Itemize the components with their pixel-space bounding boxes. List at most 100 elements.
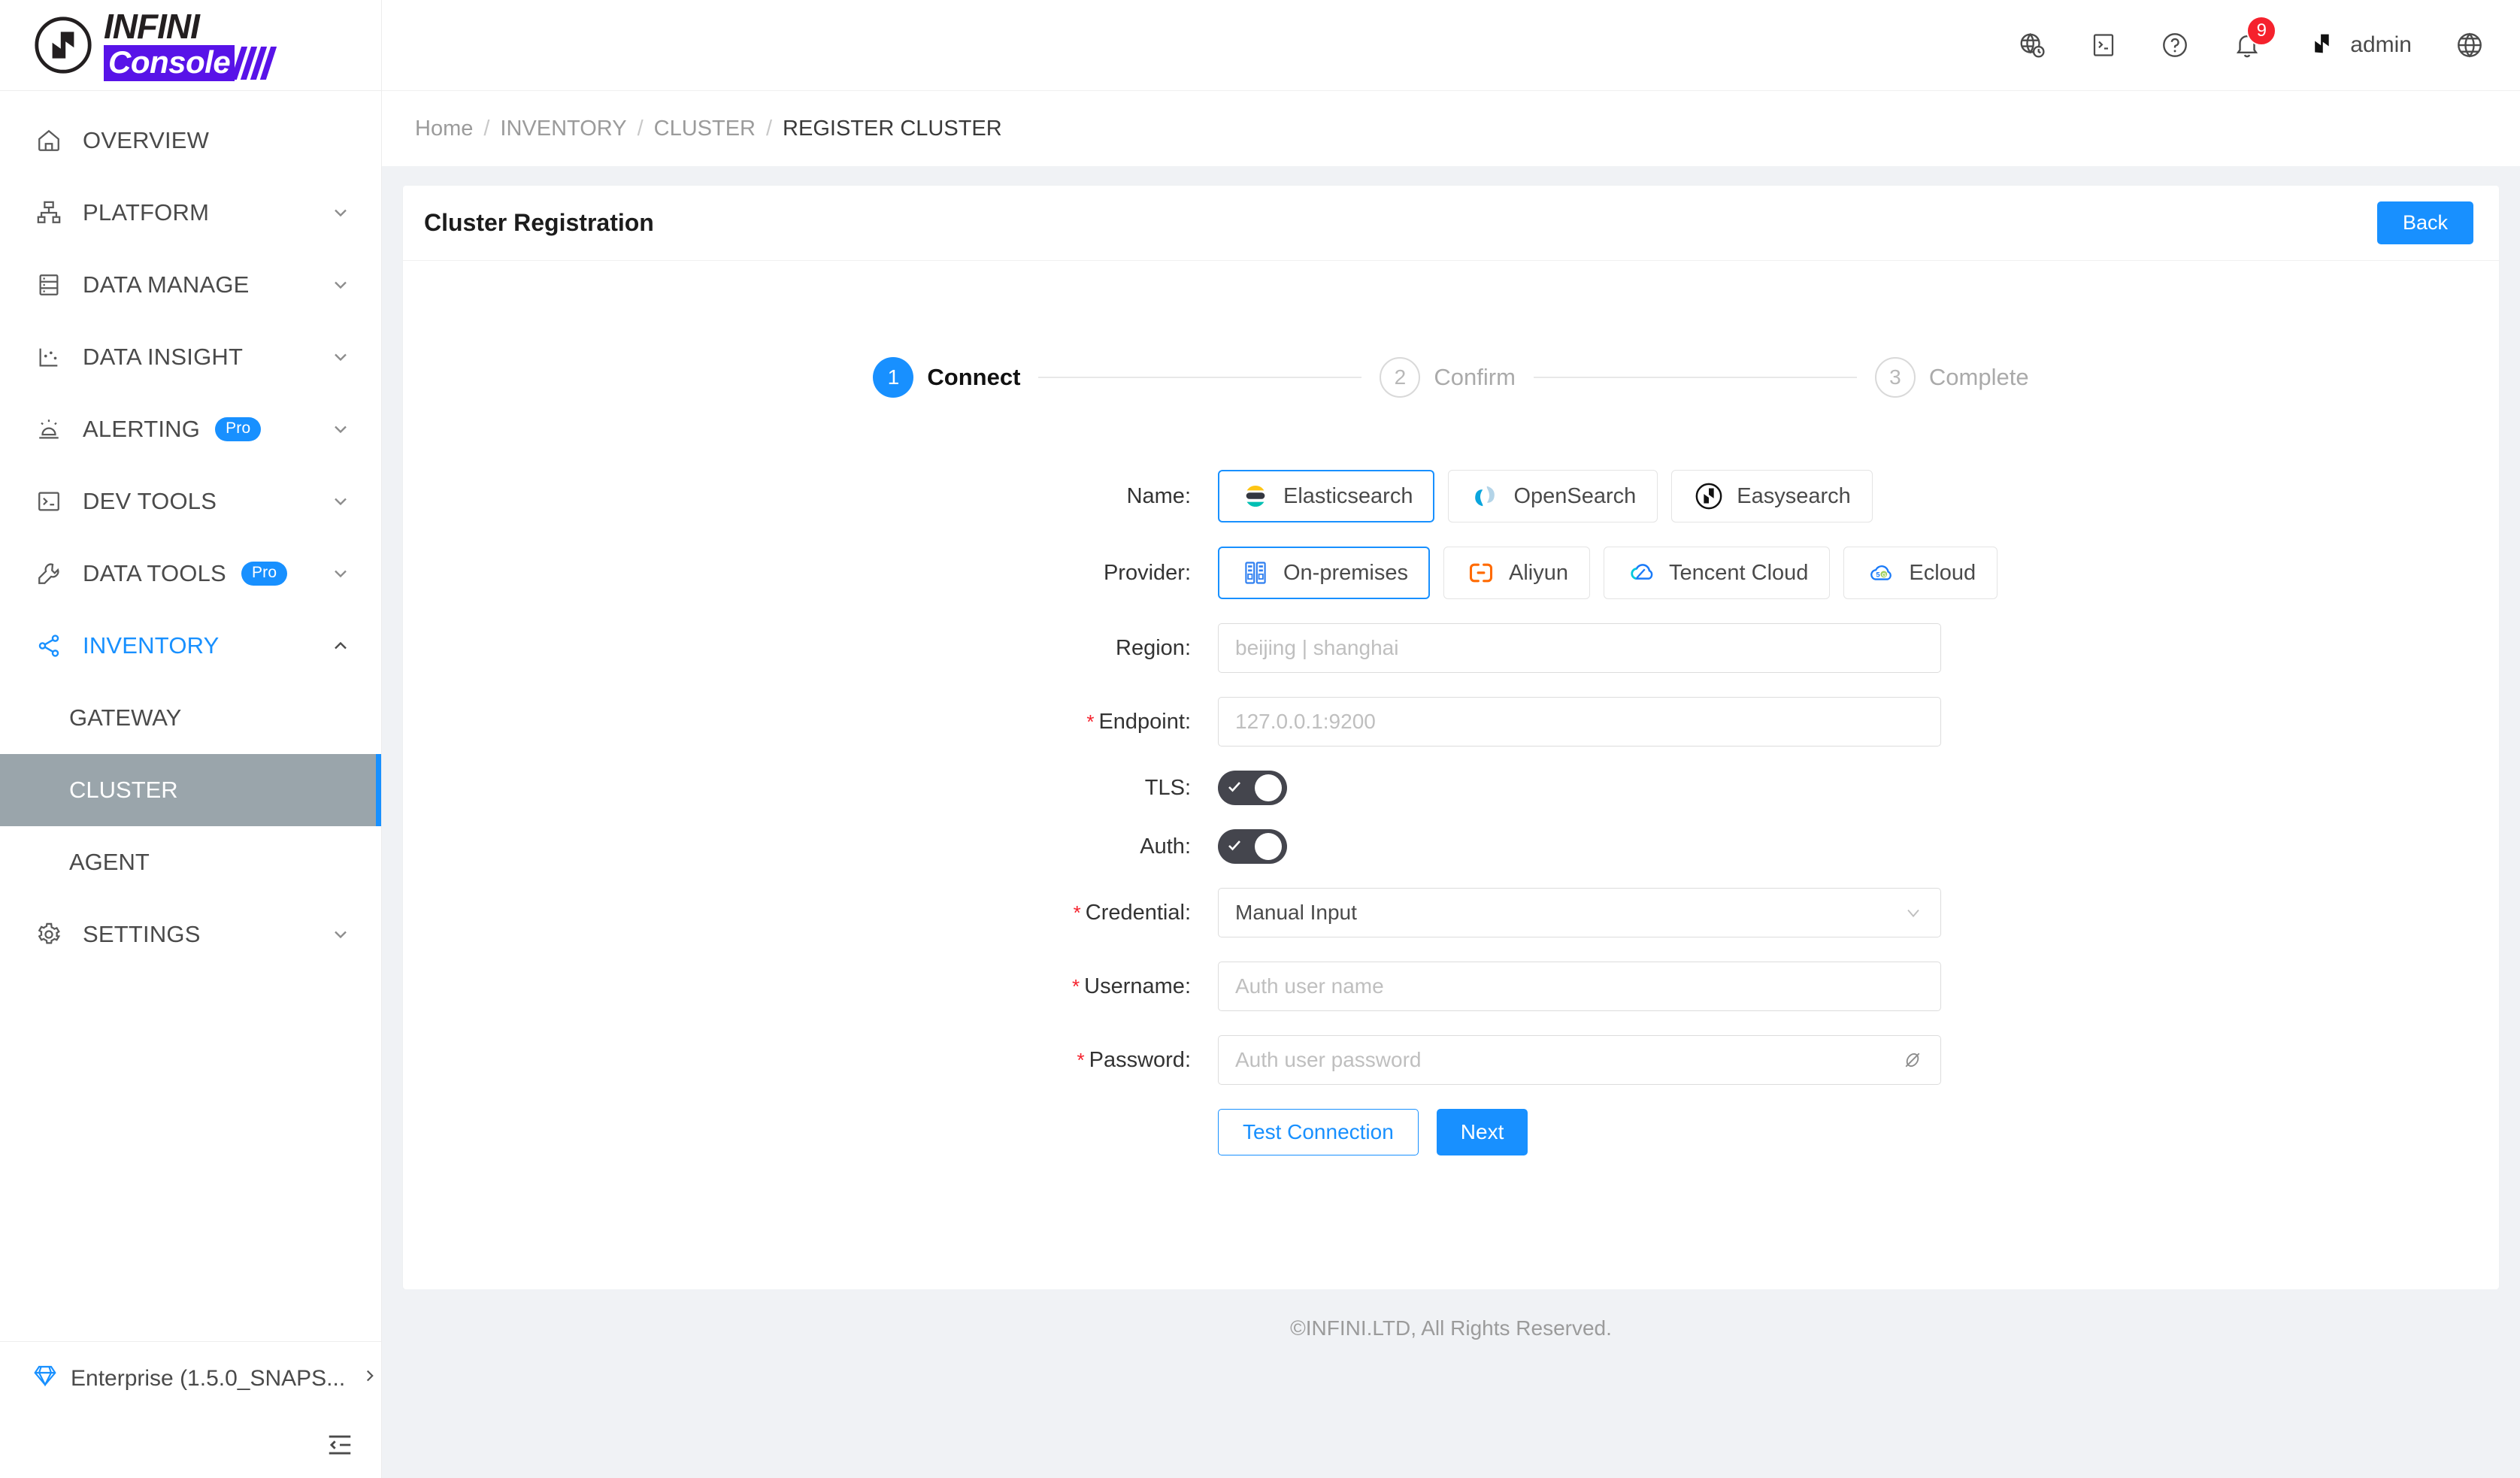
breadcrumb-item-cluster[interactable]: CLUSTER	[654, 117, 756, 141]
form-row-auth: Auth:	[403, 829, 2499, 864]
breadcrumb-item-home[interactable]: Home	[415, 117, 473, 141]
sidebar-item-data-manage[interactable]: DATA MANAGE	[0, 249, 381, 321]
endpoint-input[interactable]: 127.0.0.1:9200	[1218, 697, 1941, 747]
step-connect[interactable]: 1 Connect	[873, 357, 1020, 398]
user-menu[interactable]: admin	[2305, 27, 2412, 64]
sidebar-item-label: PLATFORM	[83, 199, 210, 226]
pro-badge: Pro	[215, 417, 262, 441]
provider-selector: On-premises Aliyun Tencent Cloud 5 G Ecl…	[1218, 547, 1998, 599]
collapse-sidebar-icon	[326, 1431, 354, 1463]
form-row-username: * Username: Auth user name	[403, 962, 2499, 1011]
breadcrumb-item-inventory[interactable]: INVENTORY	[500, 117, 626, 141]
engine-option-opensearch[interactable]: OpenSearch	[1448, 470, 1658, 522]
sidebar-item-label: DATA TOOLS	[83, 560, 226, 586]
server-rack-icon	[1240, 557, 1271, 589]
chevron-down-icon	[330, 924, 351, 945]
elasticsearch-logo	[1240, 480, 1271, 512]
password-input[interactable]: Auth user password	[1218, 1035, 1941, 1085]
chart-icon	[33, 344, 65, 370]
brand-logo[interactable]: INFINI Console	[0, 0, 381, 91]
page-footer: ©INFINI.LTD, All Rights Reserved.	[403, 1289, 2499, 1367]
chevron-down-icon	[330, 419, 351, 440]
credential-select[interactable]: Manual Input	[1218, 888, 1941, 937]
sidebar-item-inventory[interactable]: INVENTORY	[0, 610, 381, 682]
next-button[interactable]: Next	[1436, 1109, 1528, 1155]
sidebar-item-overview[interactable]: OVERVIEW	[0, 104, 381, 177]
password-placeholder: Auth user password	[1235, 1048, 1422, 1071]
provider-option-on-premises[interactable]: On-premises	[1218, 547, 1430, 599]
wrench-icon	[33, 561, 65, 586]
engine-option-label: Elasticsearch	[1283, 483, 1413, 508]
sidebar-item-cluster[interactable]: CLUSTER	[0, 754, 381, 826]
sidebar-item-label: DATA INSIGHT	[83, 344, 244, 370]
step-number: 2	[1380, 357, 1421, 398]
form-row-tls: TLS:	[403, 771, 2499, 805]
sidebar-item-data-insight[interactable]: DATA INSIGHT	[0, 321, 381, 393]
step-number: 3	[1874, 357, 1916, 398]
region-placeholder: beijing | shanghai	[1235, 636, 1399, 659]
pro-badge: Pro	[241, 562, 288, 586]
page-title: Cluster Registration	[424, 209, 654, 236]
notification-bell-icon[interactable]: 9	[2233, 16, 2277, 59]
step-label: Confirm	[1434, 364, 1516, 390]
step-divider	[1533, 377, 1857, 378]
card-header: Cluster Registration Back	[403, 186, 2499, 261]
license-label: Enterprise (1.5.0_SNAPS...	[71, 1365, 346, 1391]
credential-label: * Credential:	[1073, 900, 1191, 925]
provider-option-ecloud[interactable]: 5 G Ecloud	[1843, 547, 1998, 599]
chevron-down-icon	[1903, 902, 1924, 923]
auth-toggle[interactable]	[1218, 829, 1287, 864]
console-icon[interactable]	[2090, 32, 2117, 59]
sidebar: INFINI Console OVERVIEW PLATFORM DATA MA…	[0, 0, 382, 1478]
sidebar-item-settings[interactable]: SETTINGS	[0, 898, 381, 971]
engine-option-elasticsearch[interactable]: Elasticsearch	[1218, 470, 1435, 522]
test-connection-button[interactable]: Test Connection	[1218, 1109, 1419, 1155]
back-button[interactable]: Back	[2376, 201, 2473, 244]
toggle-knob	[1255, 774, 1282, 801]
aliyun-logo	[1465, 557, 1497, 589]
provider-label: Provider:	[1103, 560, 1191, 585]
globe-icon[interactable]	[2455, 31, 2484, 59]
endpoint-label-text: Endpoint	[1098, 709, 1185, 734]
step-indicator: 1 Connect 2 Confirm 3 Complete	[403, 357, 2499, 398]
alarm-icon	[33, 416, 65, 442]
breadcrumb-separator: /	[765, 116, 773, 141]
tls-toggle[interactable]	[1218, 771, 1287, 805]
step-confirm[interactable]: 2 Confirm	[1380, 357, 1516, 398]
username-input[interactable]: Auth user name	[1218, 962, 1941, 1011]
sidebar-item-alerting[interactable]: ALERTING Pro	[0, 393, 381, 465]
svg-text:5: 5	[1876, 571, 1881, 580]
chevron-down-icon	[330, 563, 351, 584]
step-number: 1	[873, 357, 914, 398]
sidebar-item-data-tools[interactable]: DATA TOOLS Pro	[0, 538, 381, 610]
share-icon	[33, 633, 65, 659]
step-divider	[1038, 377, 1362, 378]
chevron-down-icon	[330, 202, 351, 223]
provider-option-label: Aliyun	[1509, 560, 1568, 585]
form-row-provider: Provider: On-premises Aliyun Tencent Clo…	[403, 547, 2499, 599]
provider-option-aliyun[interactable]: Aliyun	[1443, 547, 1590, 599]
sidebar-item-gateway[interactable]: GATEWAY	[0, 682, 381, 754]
provider-option-tencent-cloud[interactable]: Tencent Cloud	[1604, 547, 1831, 599]
step-complete[interactable]: 3 Complete	[1874, 357, 2029, 398]
help-icon[interactable]	[2161, 31, 2189, 59]
sidebar-item-label: DEV TOOLS	[83, 488, 217, 514]
home-icon	[33, 128, 65, 153]
eye-off-icon[interactable]	[1901, 1049, 1924, 1071]
provider-option-label: Tencent Cloud	[1669, 560, 1809, 585]
collapse-sidebar-button[interactable]	[0, 1415, 381, 1478]
gear-icon	[33, 922, 65, 947]
sidebar-item-label: DATA MANAGE	[83, 271, 250, 298]
sidebar-item-platform[interactable]: PLATFORM	[0, 177, 381, 249]
engine-option-easysearch[interactable]: Easysearch	[1671, 470, 1873, 522]
required-marker: *	[1077, 1048, 1085, 1071]
region-input[interactable]: beijing | shanghai	[1218, 623, 1941, 673]
sidebar-item-agent[interactable]: AGENT	[0, 826, 381, 898]
password-label-text: Password	[1089, 1047, 1185, 1072]
globe-clock-icon[interactable]	[2018, 31, 2046, 59]
chevron-down-icon	[330, 347, 351, 368]
breadcrumb-separator: /	[637, 116, 644, 141]
license-info[interactable]: Enterprise (1.5.0_SNAPS...	[0, 1341, 381, 1415]
sidebar-item-dev-tools[interactable]: DEV TOOLS	[0, 465, 381, 538]
required-marker: *	[1086, 710, 1095, 733]
